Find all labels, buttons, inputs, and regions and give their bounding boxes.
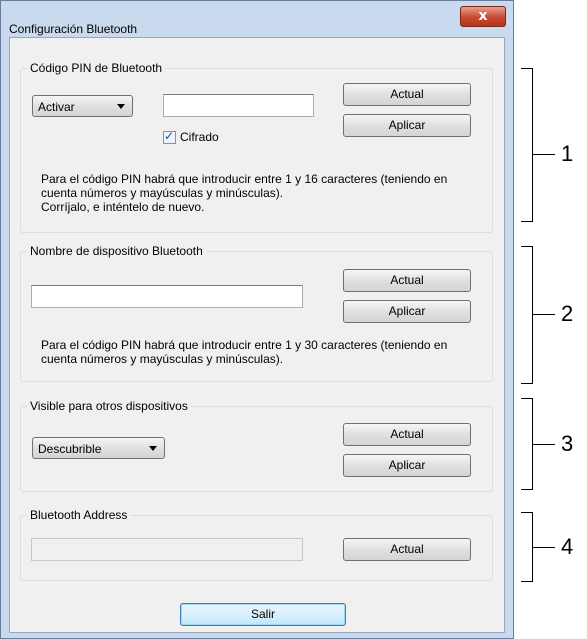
dialog-client-area: Código PIN de Bluetooth Activar Actual A…: [9, 37, 505, 633]
address-group-label: Bluetooth Address: [27, 508, 131, 522]
visibility-group: Visible para otros dispositivos Descubri…: [20, 399, 493, 492]
pin-mode-select-value: Activar: [38, 100, 75, 114]
bluetooth-address-field: [31, 538, 303, 561]
callout-leader-4: [533, 547, 555, 548]
callout-number-1: 1: [561, 141, 574, 166]
pin-update-button[interactable]: Actual: [343, 83, 471, 106]
close-button[interactable]: x: [460, 6, 506, 27]
device-name-input[interactable]: [31, 285, 303, 308]
device-name-group: Nombre de dispositivo Bluetooth Actual A…: [20, 244, 493, 382]
callout-number-3: 3: [561, 431, 574, 456]
pin-note-line-2: cuenta números y mayúsculas y minúsculas…: [41, 186, 284, 200]
title-bar[interactable]: Configuración Bluetooth x: [1, 1, 513, 36]
window-title: Configuración Bluetooth: [9, 22, 138, 36]
callout-bracket-2: [521, 246, 533, 384]
address-update-button[interactable]: Actual: [343, 538, 471, 561]
visibility-group-label: Visible para otros dispositivos: [27, 399, 191, 413]
callout-bracket-3: [521, 398, 533, 490]
pin-group: Código PIN de Bluetooth Activar Actual A…: [20, 61, 493, 233]
callout-bracket-1: [521, 68, 533, 222]
visibility-update-button[interactable]: Actual: [343, 423, 471, 446]
pin-mode-select[interactable]: Activar: [32, 95, 133, 117]
exit-button[interactable]: Salir: [180, 603, 346, 626]
callout-leader-2: [533, 314, 555, 315]
checkmark-icon: ✓: [164, 129, 175, 143]
visibility-select[interactable]: Descubrible: [32, 437, 165, 459]
encryption-checkbox[interactable]: ✓: [163, 129, 176, 144]
chevron-down-icon: [117, 104, 125, 109]
callout-leader-3: [533, 444, 555, 445]
device-name-group-label: Nombre de dispositivo Bluetooth: [27, 244, 206, 258]
device-name-update-button[interactable]: Actual: [343, 269, 471, 292]
pin-apply-button[interactable]: Aplicar: [343, 114, 471, 137]
chevron-down-icon: [149, 446, 157, 451]
callout-number-4: 4: [561, 534, 574, 559]
encryption-checkbox-label: Cifrado: [180, 130, 219, 144]
pin-input[interactable]: [163, 94, 314, 117]
callout-bracket-4: [521, 512, 533, 582]
bluetooth-settings-window: Configuración Bluetooth x Código PIN de …: [0, 0, 514, 639]
device-name-note-line-2: cuenta números y mayúsculas y minúsculas…: [41, 352, 284, 366]
visibility-apply-button[interactable]: Aplicar: [343, 454, 471, 477]
callout-leader-1: [533, 154, 555, 155]
visibility-select-value: Descubrible: [38, 442, 102, 456]
pin-note-line-1: Para el código PIN habrá que introducir …: [41, 172, 448, 186]
pin-note-line-3: Corríjalo, e inténtelo de nuevo.: [41, 200, 205, 214]
device-name-note-line-1: Para el código PIN habrá que introducir …: [41, 338, 448, 352]
pin-group-label: Código PIN de Bluetooth: [27, 61, 166, 75]
address-group: Bluetooth Address Actual: [20, 508, 493, 581]
callout-number-2: 2: [561, 301, 574, 326]
device-name-apply-button[interactable]: Aplicar: [343, 300, 471, 323]
